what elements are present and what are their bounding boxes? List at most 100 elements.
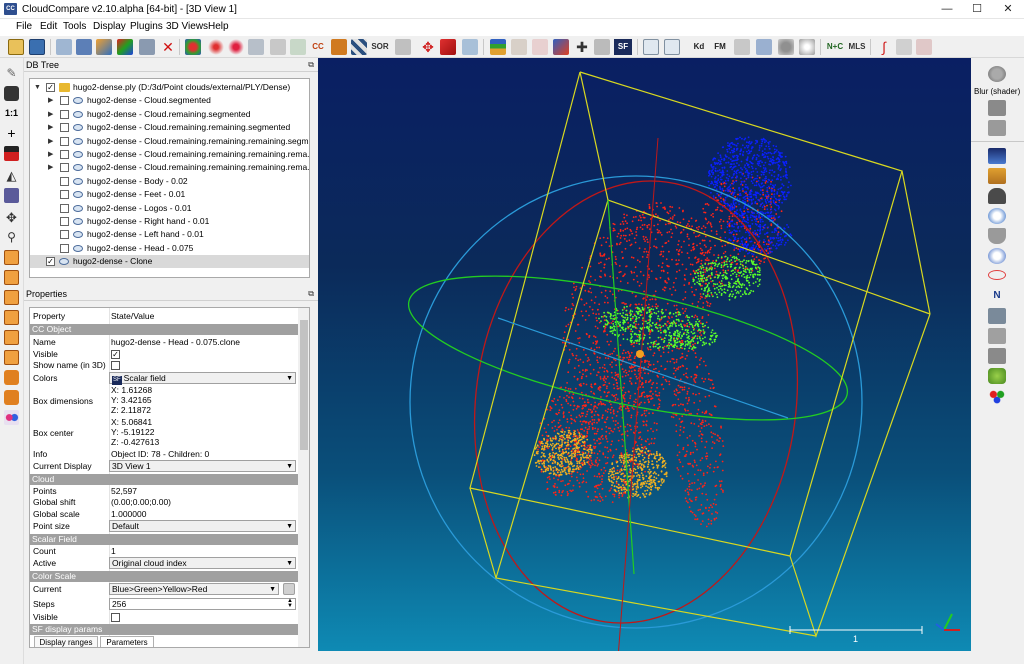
spinner-icon[interactable]: ▲ ▼ — [287, 598, 293, 609]
scrollbar-thumb[interactable] — [300, 320, 308, 450]
camera-icon[interactable] — [4, 86, 19, 101]
calculator-icon[interactable] — [594, 39, 610, 55]
list-icon[interactable] — [76, 39, 92, 55]
view-back-icon[interactable] — [4, 310, 19, 325]
print-icon[interactable] — [734, 39, 750, 55]
steps-spinbox[interactable]: 256 ▲ ▼ — [109, 598, 296, 610]
viewport-icon[interactable] — [4, 188, 19, 203]
tree-item[interactable]: hugo2-dense - Head - 0.075 — [30, 242, 309, 255]
normals-icon[interactable] — [270, 39, 286, 55]
active-sf-dropdown[interactable]: Original cloud index ▼ — [109, 557, 296, 569]
tree-item[interactable]: ▶ hugo2-dense - Cloud.segmented — [30, 94, 309, 107]
float-icon[interactable]: ⧉ — [308, 289, 314, 299]
sample-icon[interactable] — [185, 39, 201, 55]
visibility-checkbox[interactable] — [60, 203, 69, 213]
tree-item[interactable]: ▶ hugo2-dense - Cloud.remaining.segmented — [30, 108, 309, 121]
float-icon[interactable]: ⧉ — [308, 60, 314, 70]
menu-plugins[interactable]: Plugins — [130, 21, 163, 32]
visibility-checkbox[interactable] — [60, 217, 69, 226]
iso-back-icon[interactable] — [4, 390, 19, 405]
minimize-button[interactable]: — — [932, 0, 962, 19]
point-size-dropdown[interactable]: Default ▼ — [109, 520, 296, 532]
fm-icon[interactable]: FM — [712, 39, 728, 55]
tree-item[interactable]: hugo2-dense - Logos - 0.01 — [30, 202, 309, 215]
scale-visible-checkbox[interactable] — [111, 613, 120, 622]
canupo-create-icon[interactable] — [643, 39, 659, 55]
visibility-checkbox[interactable] — [60, 163, 69, 173]
db-tree[interactable]: ▼ ✓ hugo2-dense.ply (D:/3d/Point clouds/ex… — [29, 78, 310, 278]
sphere-icon[interactable] — [778, 39, 794, 55]
view-front-icon[interactable] — [4, 270, 19, 285]
normals-colors-icon[interactable]: N+C — [825, 39, 845, 55]
scissors-icon[interactable] — [395, 39, 411, 55]
center-icon[interactable]: + — [4, 126, 19, 141]
grid-icon[interactable] — [248, 39, 264, 55]
cc-icon[interactable]: CC — [309, 39, 327, 55]
tree-item[interactable]: ▶ hugo2-dense - Cloud.remaining.remaining… — [30, 121, 309, 134]
delete-icon[interactable]: ✕ — [160, 39, 176, 55]
sf-filter-icon[interactable] — [511, 39, 527, 55]
stereo-icon[interactable] — [4, 410, 19, 425]
mls-icon[interactable]: MLS — [847, 39, 867, 55]
point-cloud-scene[interactable] — [318, 58, 971, 651]
menu-display[interactable]: Display — [93, 21, 126, 32]
move-icon[interactable]: ✥ — [4, 210, 19, 225]
menu-tools[interactable]: Tools — [63, 21, 86, 32]
color-scale-editor-icon[interactable] — [283, 583, 295, 595]
tree-item[interactable]: hugo2-dense - Body - 0.02 — [30, 175, 309, 188]
tab-parameters[interactable]: Parameters — [100, 636, 154, 647]
view-bottom-icon[interactable] — [4, 350, 19, 365]
visibility-checkbox[interactable] — [60, 243, 69, 253]
open-icon[interactable] — [8, 39, 24, 55]
sf-icon[interactable]: SF — [614, 39, 632, 55]
visibility-checkbox[interactable] — [60, 109, 69, 119]
view-left-icon[interactable] — [4, 290, 19, 305]
subsample-icon[interactable] — [208, 39, 224, 55]
screen-icon[interactable] — [756, 39, 772, 55]
3d-view[interactable]: 1 — [318, 58, 971, 651]
visibility-checkbox[interactable] — [60, 230, 69, 240]
sf-max-icon[interactable] — [532, 39, 548, 55]
perspective-icon[interactable]: ◭ — [4, 168, 19, 183]
sor-icon[interactable]: SOR — [370, 39, 390, 55]
translate-icon[interactable]: ✥ — [420, 39, 436, 55]
kd-icon[interactable]: Kd — [691, 39, 707, 55]
zoom-icon[interactable]: ⚲ — [4, 230, 19, 245]
chevron-right-icon[interactable]: ▶ — [48, 94, 53, 107]
merge-icon[interactable] — [96, 39, 112, 55]
plane-icon[interactable] — [440, 39, 456, 55]
visibility-checkbox[interactable]: ✓ — [46, 83, 55, 92]
menu-3d-views[interactable]: 3D Views — [166, 21, 208, 32]
zoom-1to1-icon[interactable]: 1:1 — [4, 106, 19, 121]
canupo-classify-icon[interactable] — [664, 39, 680, 55]
view-top-icon[interactable] — [4, 250, 19, 265]
seed-icon[interactable] — [896, 39, 912, 55]
chevron-right-icon[interactable]: ▶ — [48, 161, 53, 174]
clone-icon[interactable] — [139, 39, 155, 55]
color-scale-dropdown[interactable]: Blue>Green>Yellow>Red ▼ — [109, 583, 279, 595]
octree-icon[interactable] — [290, 39, 306, 55]
chevron-right-icon[interactable]: ▶ — [48, 148, 53, 161]
colors-dropdown[interactable]: SF Scalar field ▼ — [109, 372, 296, 385]
iso-front-icon[interactable] — [4, 370, 19, 385]
view-right-icon[interactable] — [4, 330, 19, 345]
tree-item[interactable]: hugo2-dense - Left hand - 0.01 — [30, 228, 309, 241]
cursor-icon[interactable] — [916, 39, 932, 55]
add-sf-icon[interactable]: ✚ — [574, 39, 590, 55]
tree-item[interactable]: ▶ hugo2-dense - Cloud.remaining.remaining… — [30, 161, 309, 174]
show-name-checkbox[interactable] — [111, 361, 120, 370]
hand-icon[interactable] — [331, 39, 347, 55]
tree-item[interactable]: hugo2-dense - Feet - 0.01 — [30, 188, 309, 201]
menu-edit[interactable]: Edit — [40, 21, 57, 32]
close-button[interactable]: ✕ — [992, 0, 1024, 19]
sf-gradient-icon[interactable] — [553, 39, 569, 55]
chevron-down-icon[interactable]: ▼ — [34, 81, 41, 94]
tree-item[interactable]: hugo2-dense - Right hand - 0.01 — [30, 215, 309, 228]
rgb-icon[interactable] — [117, 39, 133, 55]
visible-checkbox[interactable]: ✓ — [111, 350, 120, 359]
tree-item[interactable]: ▶ hugo2-dense - Cloud.remaining.remaining… — [30, 148, 309, 161]
chevron-right-icon[interactable]: ▶ — [48, 108, 53, 121]
histogram-icon[interactable] — [490, 39, 506, 55]
menu-file[interactable]: File — [16, 21, 32, 32]
globe-icon[interactable] — [799, 39, 815, 55]
